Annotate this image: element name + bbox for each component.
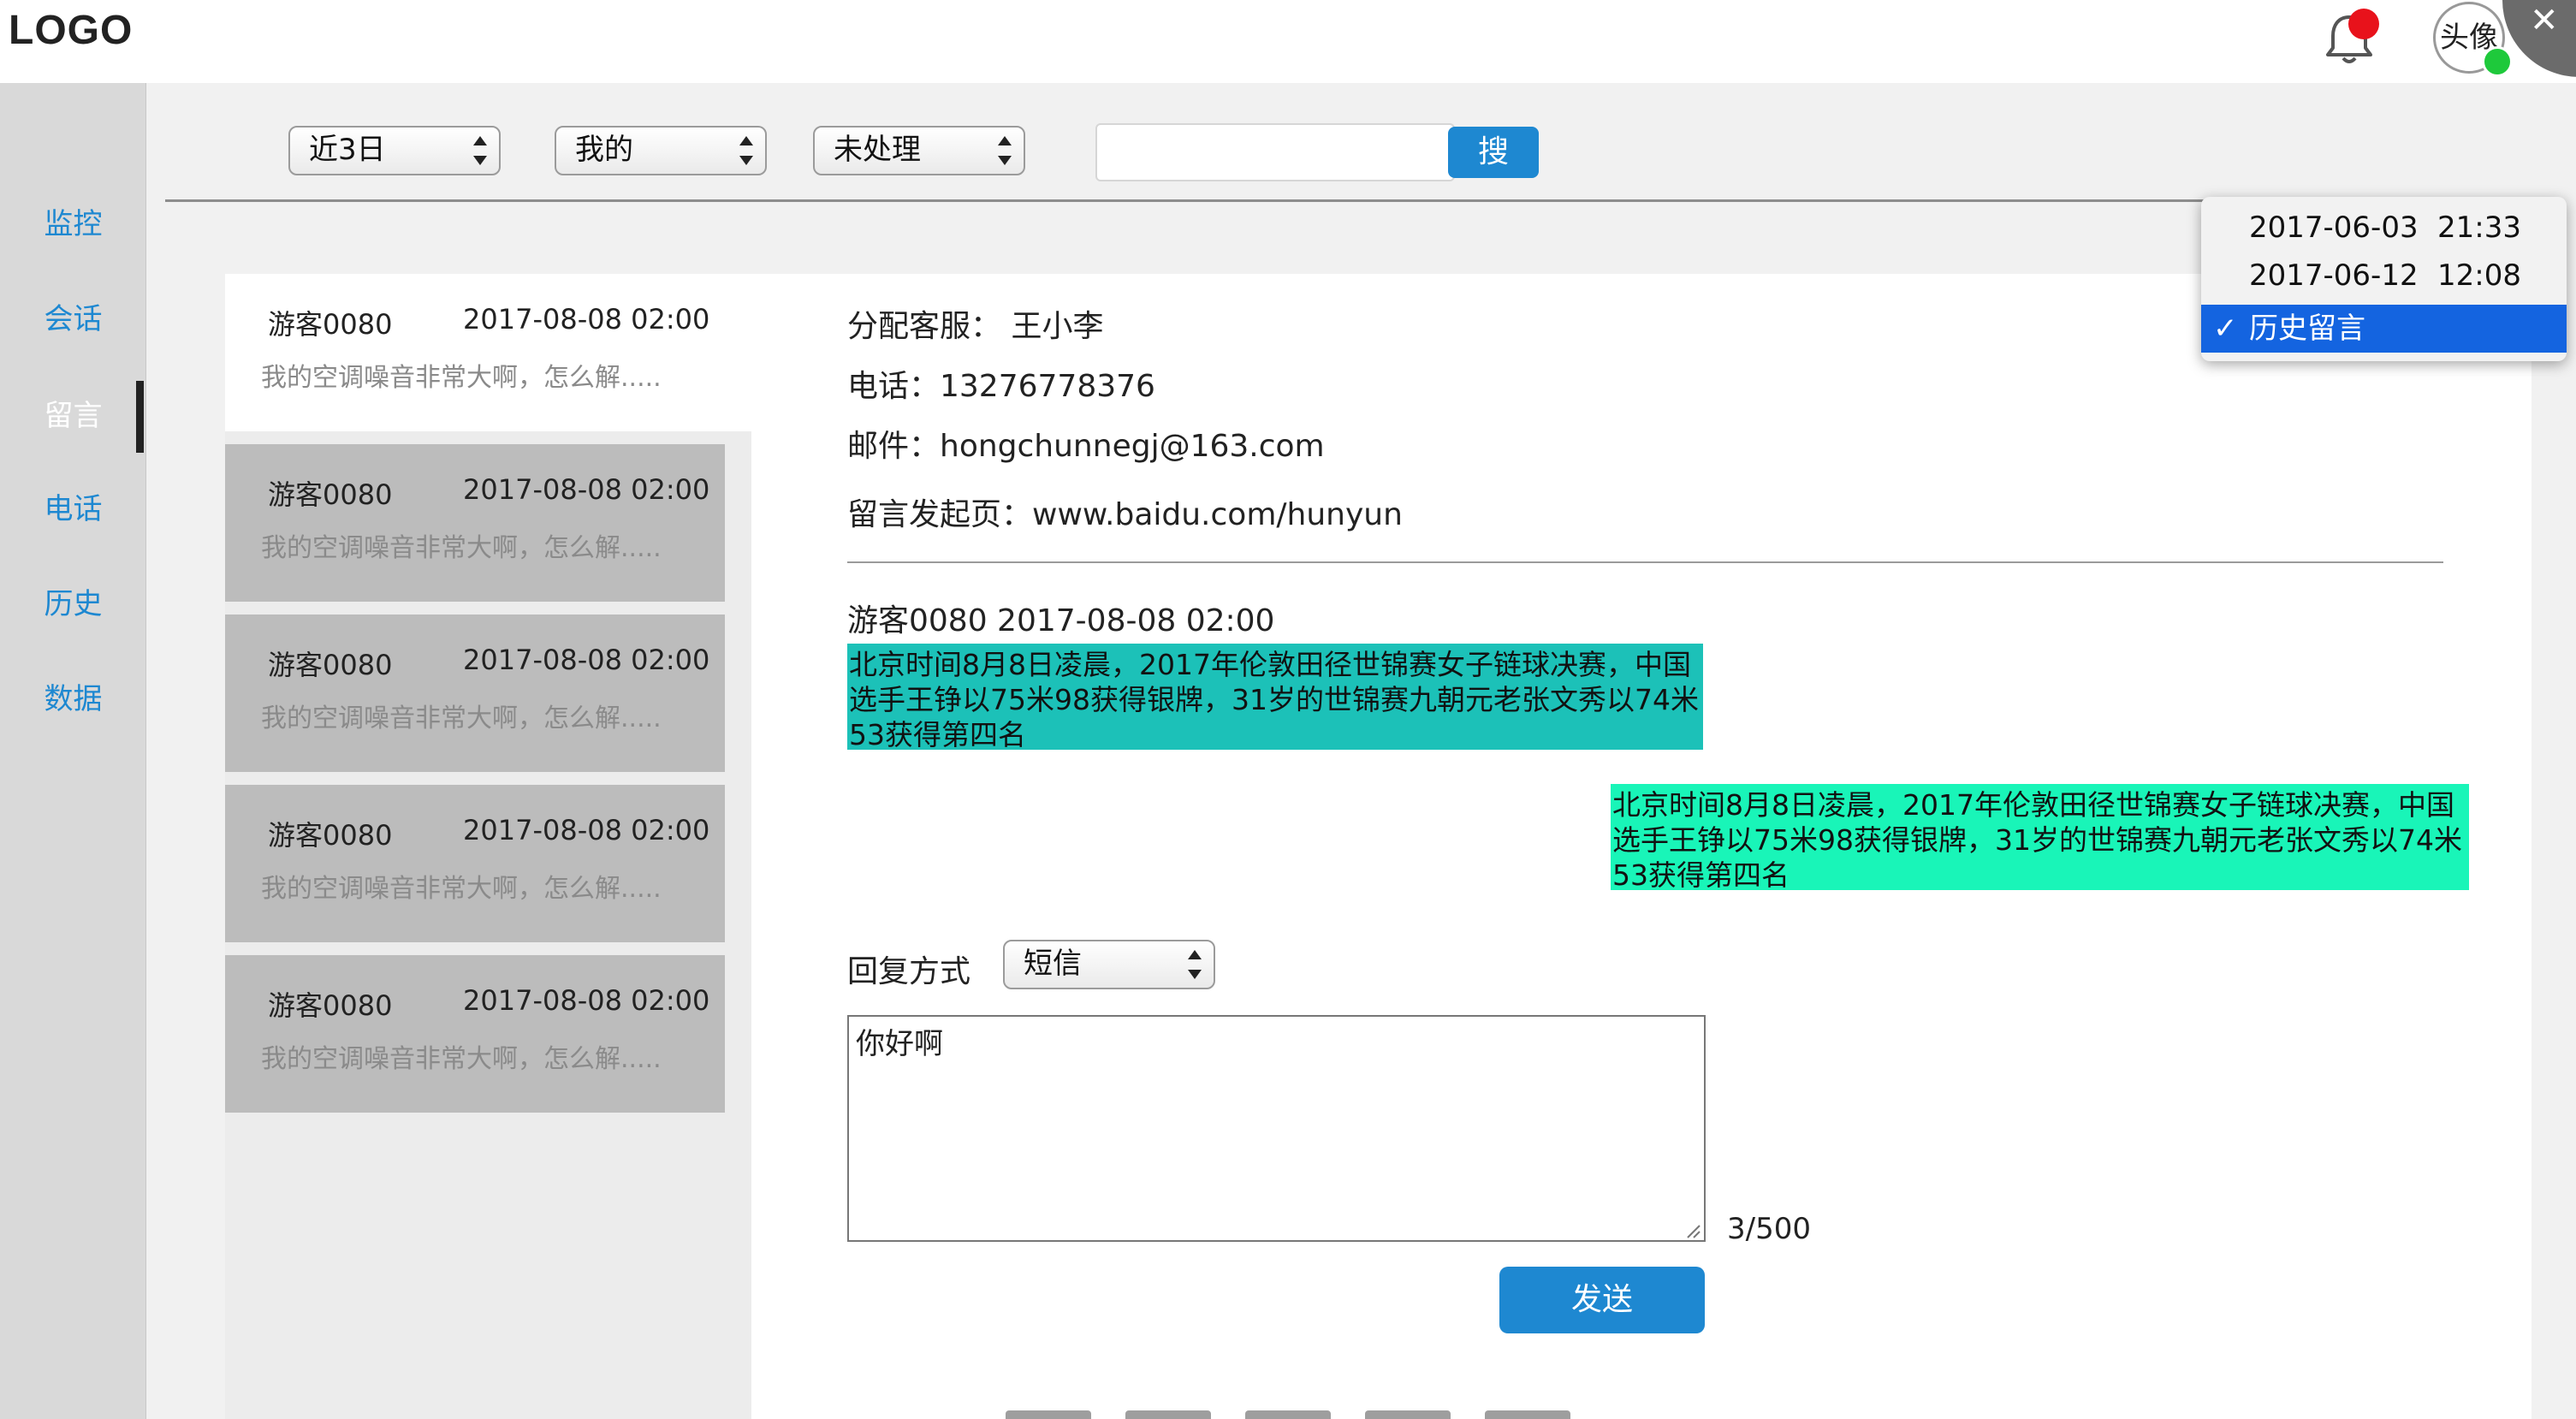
history-item[interactable]: 2017-06-03 21:33 — [2201, 204, 2567, 252]
history-item-date: 2017-06-12 — [2249, 258, 2419, 293]
message-preview: 我的空调噪音非常大啊，怎么解..... — [261, 363, 662, 393]
resize-grip-icon[interactable] — [1684, 1222, 1701, 1239]
history-item-date: 2017-06-03 — [2249, 211, 2419, 245]
scope-select-value: 我的 — [575, 133, 633, 167]
reply-method-value: 短信 — [1024, 947, 1082, 981]
pager-button[interactable] — [1365, 1410, 1451, 1419]
sidebar-item-sessions[interactable]: 会话 — [0, 294, 146, 345]
message-time: 2017-08-08 02:00 — [463, 303, 710, 335]
sidebar — [0, 83, 146, 1419]
history-dropdown: 2017-06-03 21:33 2017-06-12 12:08 ✓ 历史留言 — [2201, 197, 2567, 361]
pager-button[interactable] — [1125, 1410, 1211, 1419]
sidebar-item-monitor[interactable]: 监控 — [0, 199, 146, 250]
status-select-value: 未处理 — [834, 133, 921, 167]
message-preview: 我的空调噪音非常大啊，怎么解..... — [261, 533, 662, 563]
logo: LOGO — [9, 8, 134, 53]
message-visitor-name: 游客0080 — [268, 819, 393, 852]
history-item[interactable]: 2017-06-12 12:08 — [2201, 252, 2567, 300]
close-icon[interactable]: ✕ — [2530, 3, 2559, 38]
select-arrows-icon — [473, 136, 487, 165]
select-arrows-icon — [998, 136, 1012, 165]
sidebar-item-history[interactable]: 历史 — [0, 579, 146, 630]
contact-email: 邮件：hongchunnegj@163.com — [847, 429, 1325, 464]
history-messages-label: 历史留言 — [2249, 312, 2365, 346]
history-item-time: 12:08 — [2437, 258, 2521, 293]
message-list-item[interactable]: 游客0080 2017-08-08 02:00 我的空调噪音非常大啊，怎么解..… — [225, 615, 725, 772]
message-preview: 我的空调噪音非常大啊，怎么解..... — [261, 874, 662, 904]
message-list-item[interactable]: 游客0080 2017-08-08 02:00 我的空调噪音非常大啊，怎么解..… — [225, 444, 725, 602]
message-time: 2017-08-08 02:00 — [463, 814, 710, 846]
top-bar — [0, 0, 2576, 83]
sidebar-item-messages[interactable]: 留言 — [0, 390, 146, 442]
send-button[interactable]: 发送 — [1499, 1267, 1705, 1333]
message-list-item[interactable]: 游客0080 2017-08-08 02:00 我的空调噪音非常大啊，怎么解..… — [225, 955, 725, 1113]
notification-badge — [2348, 9, 2379, 39]
active-nav-indicator — [136, 381, 144, 453]
agent-message-bubble: 北京时间8月8日凌晨，2017年伦敦田径世锦赛女子链球决赛，中国选手王铮以75米… — [1611, 784, 2469, 892]
period-select[interactable]: 近3日 — [288, 126, 501, 175]
pager-button[interactable] — [1006, 1410, 1091, 1419]
contact-phone: 电话：13276778376 — [847, 369, 1155, 404]
reply-method-label: 回复方式 — [847, 954, 971, 989]
message-visitor-name: 游客0080 — [268, 989, 393, 1022]
search-input[interactable] — [1095, 123, 1455, 181]
sidebar-item-data[interactable]: 数据 — [0, 674, 146, 725]
history-messages-option[interactable]: ✓ 历史留言 — [2201, 305, 2567, 353]
chat-header: 游客0080 2017-08-08 02:00 — [847, 603, 1275, 638]
reply-textarea[interactable]: 你好啊 — [847, 1015, 1706, 1242]
char-count: 3/500 — [1727, 1212, 1811, 1246]
search-button[interactable]: 搜 — [1448, 127, 1539, 178]
pager-button[interactable] — [1485, 1410, 1570, 1419]
sidebar-item-phone[interactable]: 电话 — [0, 484, 146, 535]
detail-divider — [847, 561, 2443, 563]
message-list-item[interactable]: 游客0080 2017-08-08 02:00 我的空调噪音非常大啊，怎么解..… — [225, 785, 725, 942]
source-page: 留言发起页：www.baidu.com/hunyun — [847, 497, 1403, 532]
message-time: 2017-08-08 02:00 — [463, 984, 710, 1017]
message-visitor-name: 游客0080 — [268, 478, 393, 511]
period-select-value: 近3日 — [309, 133, 386, 167]
message-time: 2017-08-08 02:00 — [463, 473, 710, 506]
message-time: 2017-08-08 02:00 — [463, 644, 710, 676]
scope-select[interactable]: 我的 — [555, 126, 767, 175]
online-status-indicator — [2482, 46, 2513, 77]
message-preview: 我的空调噪音非常大啊，怎么解..... — [261, 1044, 662, 1074]
status-select[interactable]: 未处理 — [813, 126, 1025, 175]
message-visitor-name: 游客0080 — [268, 308, 393, 341]
customer-message-bubble: 北京时间8月8日凌晨，2017年伦敦田径世锦赛女子链球决赛，中国选手王铮以75米… — [847, 644, 1703, 751]
select-arrows-icon — [1188, 950, 1202, 979]
history-item-time: 21:33 — [2437, 211, 2521, 245]
select-arrows-icon — [739, 136, 753, 165]
checkmark-icon: ✓ — [2213, 312, 2238, 346]
pager-button[interactable] — [1245, 1410, 1331, 1419]
reply-method-select[interactable]: 短信 — [1003, 940, 1215, 989]
message-visitor-name: 游客0080 — [268, 649, 393, 681]
message-preview: 我的空调噪音非常大啊，怎么解..... — [261, 704, 662, 733]
assigned-agent: 分配客服： 王小李 — [847, 309, 1104, 344]
message-list-item-active[interactable]: 游客0080 2017-08-08 02:00 我的空调噪音非常大啊，怎么解..… — [225, 274, 751, 431]
